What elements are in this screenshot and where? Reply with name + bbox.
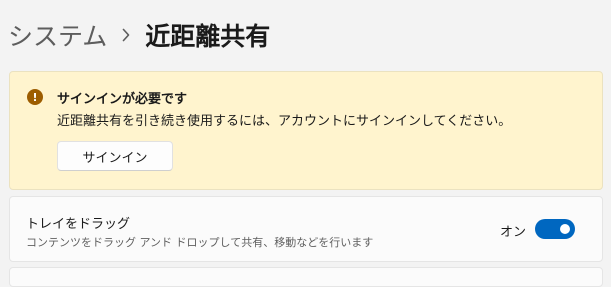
next-setting-card	[9, 267, 603, 287]
toggle-state-label: オン	[500, 225, 527, 240]
warning-icon: !	[27, 89, 43, 105]
setting-title: トレイをドラッグ	[26, 217, 131, 232]
drag-tray-setting: トレイをドラッグ コンテンツをドラッグ アンド ドロップして共有、移動などを行い…	[9, 196, 603, 262]
chevron-right-icon	[107, 28, 145, 42]
breadcrumb-item-system[interactable]: システム	[8, 17, 107, 53]
setting-description: コンテンツをドラッグ アンド ドロップして共有、移動などを行います	[26, 236, 374, 249]
page-title: 近距離共有	[145, 22, 271, 51]
sign-in-button[interactable]: サインイン	[57, 141, 173, 171]
breadcrumb: システム 近距離共有	[8, 15, 270, 55]
toggle-knob	[560, 224, 570, 234]
banner-title: サインインが必要です	[57, 92, 188, 107]
banner-message: 近距離共有を引き続き使用するには、アカウントにサインインしてください。	[57, 114, 512, 129]
drag-tray-toggle[interactable]	[535, 219, 575, 239]
sign-in-required-banner: ! サインインが必要です 近距離共有を引き続き使用するには、アカウントにサインイ…	[9, 71, 603, 190]
